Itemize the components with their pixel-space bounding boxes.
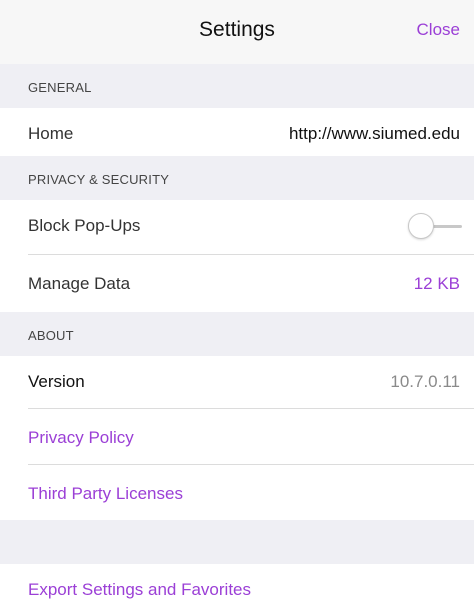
row-divider — [28, 254, 474, 255]
home-label: Home — [28, 124, 74, 143]
export-settings-row[interactable]: Export Settings and Favorites — [0, 564, 474, 616]
version-label: Version — [28, 372, 85, 391]
third-party-licenses-link[interactable]: Third Party Licenses — [28, 484, 183, 504]
version-row: Version 10.7.0.11 — [0, 356, 474, 408]
privacy-policy-link[interactable]: Privacy Policy — [28, 428, 134, 448]
block-popups-label: Block Pop-Ups — [28, 216, 141, 235]
section-header-general: GENERAL — [0, 64, 474, 108]
section-spacer — [0, 520, 474, 564]
section-header-privacy: PRIVACY & SECURITY — [0, 156, 474, 200]
manage-data-row[interactable]: Manage Data 12 KB — [0, 258, 474, 310]
home-row[interactable]: Home http://www.siumed.edu — [0, 108, 474, 160]
section-header-about: ABOUT — [0, 312, 474, 356]
manage-data-value: 12 KB — [413, 274, 460, 293]
toggle-knob — [408, 213, 434, 239]
export-settings-link[interactable]: Export Settings and Favorites — [28, 580, 251, 600]
version-value: 10.7.0.11 — [390, 372, 460, 391]
manage-data-label: Manage Data — [28, 274, 131, 293]
navigation-bar: Settings Close — [0, 0, 474, 64]
section-title-about: ABOUT — [28, 328, 74, 343]
third-party-licenses-row[interactable]: Third Party Licenses — [0, 468, 474, 520]
page-title: Settings — [199, 18, 275, 41]
block-popups-row: Block Pop-Ups — [0, 200, 474, 252]
row-divider — [28, 408, 474, 409]
section-title-general: GENERAL — [28, 80, 92, 95]
privacy-policy-row[interactable]: Privacy Policy — [0, 412, 474, 464]
section-title-privacy: PRIVACY & SECURITY — [28, 172, 170, 187]
row-divider — [28, 464, 474, 465]
home-url-value: http://www.siumed.edu — [288, 124, 460, 143]
block-popups-toggle[interactable] — [408, 213, 464, 239]
close-button[interactable]: Close — [417, 20, 460, 40]
